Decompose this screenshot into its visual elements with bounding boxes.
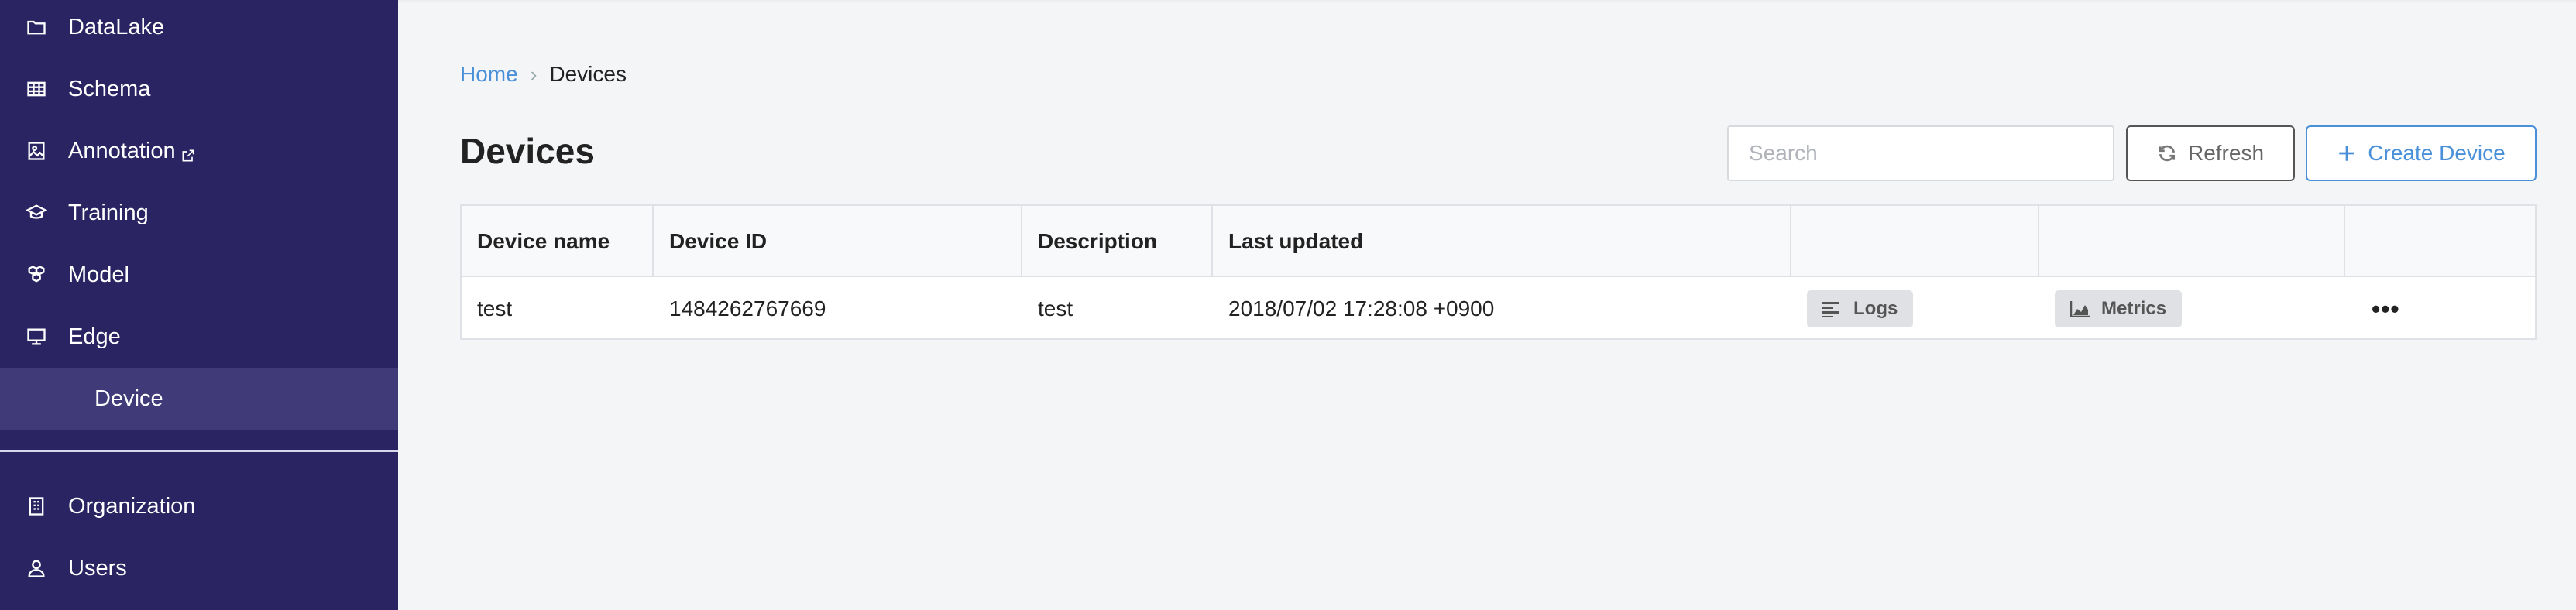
column-header-device-name[interactable]: Device name [462, 206, 654, 277]
create-device-button[interactable]: Create Device [2306, 125, 2537, 181]
cell-device-name: test [477, 296, 513, 320]
breadcrumb-separator-icon: › [530, 62, 538, 86]
breadcrumb-home-link[interactable]: Home [460, 62, 518, 87]
main-content: Home › Devices Devices Refresh Create De… [398, 0, 2576, 610]
sidebar: DataLake Schema Annotation Training Mode… [0, 0, 398, 610]
more-options-icon[interactable]: ••• [2372, 296, 2400, 321]
building-icon [25, 495, 48, 518]
plus-icon [2339, 146, 2355, 161]
sidebar-divider [0, 450, 398, 452]
create-device-button-label: Create Device [2368, 141, 2506, 165]
cell-logs: Logs [1791, 277, 2039, 340]
sidebar-item-label: Schema [68, 76, 151, 101]
sidebar-item-schema[interactable]: Schema [0, 58, 398, 120]
column-header-metrics [2039, 206, 2345, 277]
area-chart-icon [2070, 300, 2090, 317]
sidebar-item-label: Edge [68, 324, 121, 349]
sidebar-item-device[interactable]: Device [0, 368, 398, 430]
cubes-icon [25, 263, 48, 286]
sidebar-item-organization[interactable]: Organization [0, 475, 398, 537]
folder-icon [25, 15, 48, 39]
sidebar-item-training[interactable]: Training [0, 182, 398, 244]
sidebar-item-model[interactable]: Model [0, 244, 398, 306]
column-header-actions [2345, 206, 2538, 277]
refresh-button[interactable]: Refresh [2126, 125, 2295, 181]
sidebar-item-label: Annotation [68, 139, 196, 164]
sidebar-item-label: Training [68, 200, 149, 225]
sidebar-item-users[interactable]: Users [0, 537, 398, 599]
refresh-button-label: Refresh [2187, 141, 2265, 165]
search-input[interactable] [1727, 125, 2114, 181]
page-title: Devices [460, 131, 595, 171]
user-icon [25, 557, 48, 580]
breadcrumb-current: Devices [549, 62, 627, 86]
cell-actions: ••• [2345, 277, 2538, 340]
sidebar-item-label: Model [68, 262, 129, 287]
refresh-icon [2159, 145, 2175, 162]
column-header-device-id[interactable]: Device ID [654, 206, 1022, 277]
column-header-logs [1791, 206, 2039, 277]
logs-button[interactable]: Logs [1807, 290, 1914, 327]
graduation-cap-icon [25, 201, 48, 224]
external-link-icon [180, 144, 196, 162]
sidebar-item-label: DataLake [68, 14, 165, 39]
devices-table: Device name Device ID Description Last u… [460, 204, 2537, 340]
sidebar-item-datalake[interactable]: DataLake [0, 0, 398, 58]
sidebar-item-label: Users [68, 555, 127, 581]
image-icon [25, 139, 48, 163]
sidebar-item-label: Device [94, 386, 163, 411]
sidebar-item-label: Organization [68, 493, 196, 519]
table-header: Device name Device ID Description Last u… [462, 206, 2535, 277]
logs-button-label: Logs [1853, 297, 1898, 319]
table-icon [25, 77, 48, 101]
monitor-icon [25, 325, 48, 348]
breadcrumb: Home › Devices [460, 62, 627, 87]
cell-description: test [1038, 296, 1073, 320]
table-row[interactable]: test 1484262767669 test 2018/07/02 17:28… [462, 277, 2535, 340]
column-header-last-updated[interactable]: Last updated [1213, 206, 1791, 277]
top-border [398, 0, 2576, 2]
cell-metrics: Metrics [2039, 277, 2345, 340]
column-header-description[interactable]: Description [1022, 206, 1213, 277]
cell-last-updated: 2018/07/02 17:28:08 +0900 [1228, 296, 1495, 320]
cell-device-id: 1484262767669 [669, 296, 826, 320]
sidebar-item-annotation[interactable]: Annotation [0, 120, 398, 182]
metrics-button[interactable]: Metrics [2055, 290, 2183, 327]
sidebar-item-edge[interactable]: Edge [0, 306, 398, 368]
metrics-button-label: Metrics [2101, 297, 2167, 319]
align-left-icon [1822, 301, 1839, 317]
